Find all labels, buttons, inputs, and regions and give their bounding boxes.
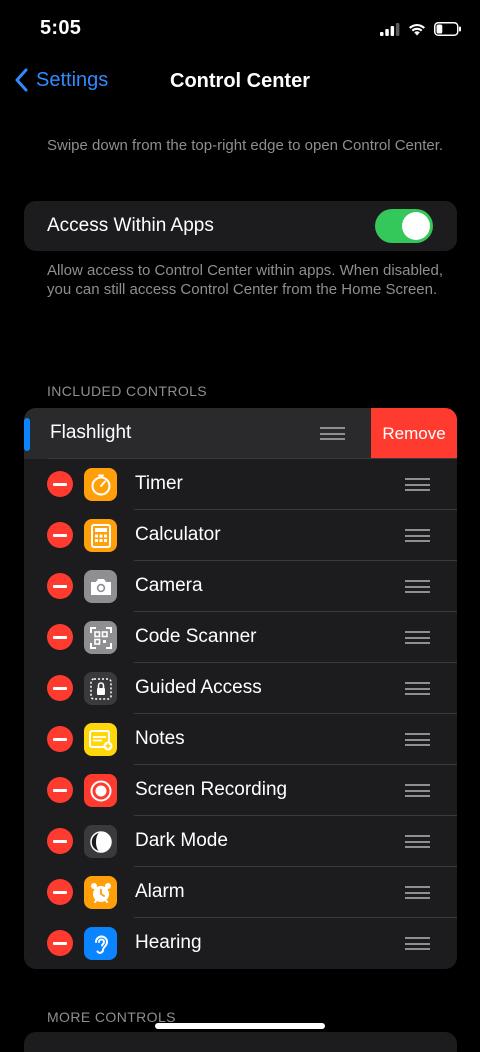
- reorder-handle-icon[interactable]: [405, 784, 430, 797]
- drag-indicator: [24, 418, 30, 451]
- ear-icon: [84, 927, 117, 960]
- intro-note: Swipe down from the top-right edge to op…: [47, 137, 444, 154]
- list-item-screen-recording[interactable]: Screen Recording: [24, 765, 457, 816]
- calculator-icon: [84, 519, 117, 552]
- access-within-apps-row: Access Within Apps: [24, 201, 457, 251]
- reorder-handle-icon[interactable]: [405, 937, 430, 950]
- row-label: Calculator: [135, 524, 221, 545]
- row-label: Timer: [135, 473, 183, 494]
- delete-minus-button[interactable]: [47, 471, 73, 497]
- included-controls-list: Flashlight Remove Timer Calculator Camer…: [24, 408, 457, 969]
- row-label: Dark Mode: [135, 830, 228, 851]
- reorder-handle-icon[interactable]: [405, 886, 430, 899]
- list-item-notes[interactable]: Notes: [24, 714, 457, 765]
- cellular-signal-icon: [380, 22, 400, 36]
- toggle-knob: [402, 212, 430, 240]
- list-item-hearing[interactable]: Hearing: [24, 918, 457, 969]
- battery-icon: [434, 22, 461, 36]
- remove-button[interactable]: Remove: [371, 408, 457, 459]
- qr-code-icon: [84, 621, 117, 654]
- lock-icon: [84, 672, 117, 705]
- list-item-camera[interactable]: Camera: [24, 561, 457, 612]
- included-controls-header: INCLUDED CONTROLS: [47, 383, 208, 399]
- reorder-handle-icon[interactable]: [405, 733, 430, 746]
- row-label: Notes: [135, 728, 185, 749]
- status-bar: 5:05: [0, 0, 480, 60]
- delete-minus-button[interactable]: [47, 930, 73, 956]
- row-label: Guided Access: [135, 677, 262, 698]
- reorder-handle-icon[interactable]: [320, 427, 345, 440]
- delete-minus-button[interactable]: [47, 573, 73, 599]
- row-label: Flashlight: [50, 422, 132, 443]
- list-item-calculator[interactable]: Calculator: [24, 510, 457, 561]
- list-item-flashlight[interactable]: Flashlight Remove: [24, 408, 457, 459]
- alarm-icon: [84, 876, 117, 909]
- delete-minus-button[interactable]: [47, 879, 73, 905]
- list-item-timer[interactable]: Timer: [24, 459, 457, 510]
- reorder-handle-icon[interactable]: [405, 478, 430, 491]
- status-time: 5:05: [40, 17, 82, 39]
- reorder-handle-icon[interactable]: [405, 835, 430, 848]
- reorder-handle-icon[interactable]: [405, 529, 430, 542]
- row-label: Camera: [135, 575, 203, 596]
- list-item-code-scanner[interactable]: Code Scanner: [24, 612, 457, 663]
- navigation-bar: Settings Control Center: [0, 60, 480, 104]
- row-label: Hearing: [135, 932, 202, 953]
- status-icons: [380, 20, 462, 38]
- delete-minus-button[interactable]: [47, 726, 73, 752]
- page-title: Control Center: [170, 70, 310, 92]
- list-item-alarm[interactable]: Alarm: [24, 867, 457, 918]
- reorder-handle-icon[interactable]: [405, 631, 430, 644]
- notes-icon: [84, 723, 117, 756]
- list-item-dark-mode[interactable]: Dark Mode: [24, 816, 457, 867]
- list-item-guided-access[interactable]: Guided Access: [24, 663, 457, 714]
- row-label: Alarm: [135, 881, 185, 902]
- wifi-icon: [409, 23, 425, 35]
- home-indicator[interactable]: [155, 1023, 325, 1029]
- row-label: Code Scanner: [135, 626, 257, 647]
- delete-minus-button[interactable]: [47, 828, 73, 854]
- access-within-apps-toggle[interactable]: [375, 209, 433, 243]
- delete-minus-button[interactable]: [47, 777, 73, 803]
- access-within-apps-label: Access Within Apps: [47, 215, 214, 236]
- record-icon: [84, 774, 117, 807]
- delete-minus-button[interactable]: [47, 522, 73, 548]
- camera-icon: [84, 570, 117, 603]
- row-label: Screen Recording: [135, 779, 288, 800]
- delete-minus-button[interactable]: [47, 675, 73, 701]
- reorder-handle-icon[interactable]: [405, 682, 430, 695]
- delete-minus-button[interactable]: [47, 624, 73, 650]
- access-footer-note: Allow access to Control Center within ap…: [47, 262, 444, 298]
- more-controls-list: [24, 1032, 457, 1052]
- dark-mode-icon: [84, 825, 117, 858]
- timer-icon: [84, 468, 117, 501]
- reorder-handle-icon[interactable]: [405, 580, 430, 593]
